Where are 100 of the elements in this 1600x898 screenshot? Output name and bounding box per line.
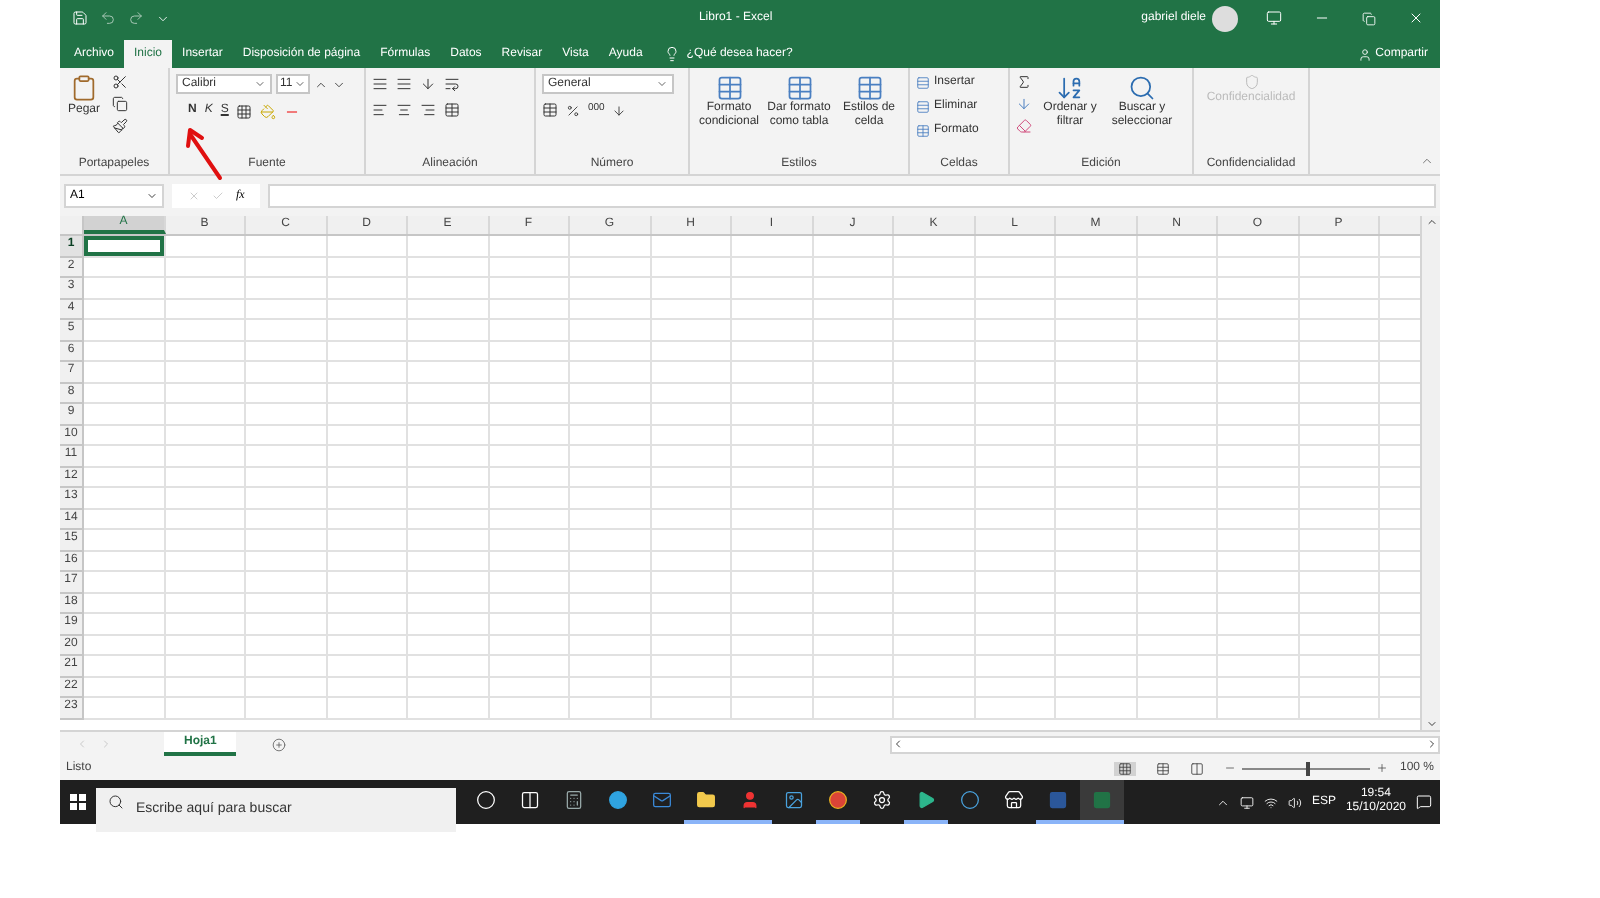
- grid-cell[interactable]: [975, 551, 1056, 572]
- grid-cell[interactable]: [651, 677, 732, 698]
- grid-cell[interactable]: [651, 551, 732, 572]
- grid-cell[interactable]: [813, 278, 894, 299]
- grid-cell[interactable]: [246, 572, 327, 593]
- grid-cell[interactable]: [489, 509, 570, 530]
- grid-cell[interactable]: [165, 299, 246, 320]
- vertical-scrollbar[interactable]: [1420, 216, 1440, 730]
- grid-cell[interactable]: [813, 383, 894, 404]
- grid-cell[interactable]: [327, 320, 408, 341]
- grid-cell[interactable]: [327, 488, 408, 509]
- grid-cell[interactable]: [570, 614, 651, 635]
- grid-cell[interactable]: [1137, 614, 1218, 635]
- grid-cell[interactable]: [165, 656, 246, 677]
- grid-cell[interactable]: [1218, 530, 1299, 551]
- grid-cell[interactable]: [246, 698, 327, 719]
- grid-cell[interactable]: [975, 383, 1056, 404]
- grid-cell[interactable]: [165, 698, 246, 719]
- grid-cell[interactable]: [813, 656, 894, 677]
- grid-cell[interactable]: [651, 404, 732, 425]
- grid-cell[interactable]: [1218, 593, 1299, 614]
- grid-cell[interactable]: [1137, 320, 1218, 341]
- grid-cell[interactable]: [813, 635, 894, 656]
- borders-button[interactable]: [236, 103, 253, 119]
- grid-cell[interactable]: [408, 656, 489, 677]
- grid-cell[interactable]: [894, 656, 975, 677]
- grid-cell[interactable]: [1137, 635, 1218, 656]
- grid-cell[interactable]: [570, 341, 651, 362]
- grid-cell[interactable]: [246, 299, 327, 320]
- grid-cell[interactable]: [246, 677, 327, 698]
- grid-cell[interactable]: [1137, 299, 1218, 320]
- grid-cell[interactable]: [894, 257, 975, 278]
- grid-cell[interactable]: [84, 383, 165, 404]
- grid-cell[interactable]: [408, 362, 489, 383]
- grid-cell[interactable]: [408, 488, 489, 509]
- grid-cell[interactable]: [165, 488, 246, 509]
- grid-cell[interactable]: [246, 320, 327, 341]
- grid-cell[interactable]: [84, 656, 165, 677]
- grid-cell[interactable]: [165, 425, 246, 446]
- grid-cell[interactable]: [489, 467, 570, 488]
- grid-cell[interactable]: [732, 614, 813, 635]
- grid-cell[interactable]: [651, 299, 732, 320]
- grid-cell[interactable]: [894, 488, 975, 509]
- grid-cell[interactable]: [327, 425, 408, 446]
- grid-cell[interactable]: [84, 320, 165, 341]
- grid-cell[interactable]: [1218, 446, 1299, 467]
- grid-cell[interactable]: [165, 467, 246, 488]
- grid-cell[interactable]: [732, 509, 813, 530]
- grid-cell[interactable]: [1056, 320, 1137, 341]
- grid-cell[interactable]: [732, 593, 813, 614]
- grid-cell[interactable]: [975, 299, 1056, 320]
- avatar[interactable]: [1212, 5, 1238, 31]
- grid-cell[interactable]: [570, 278, 651, 299]
- grid-cell[interactable]: [975, 467, 1056, 488]
- grid-cell[interactable]: [408, 698, 489, 719]
- grid-cell[interactable]: [1056, 404, 1137, 425]
- grid-cell[interactable]: [975, 509, 1056, 530]
- grid-cell[interactable]: [651, 656, 732, 677]
- grid-cell[interactable]: [489, 236, 570, 257]
- grid-cell[interactable]: [570, 593, 651, 614]
- grid-cell[interactable]: [1137, 509, 1218, 530]
- grid-cell[interactable]: [1299, 488, 1380, 509]
- grid-cell[interactable]: [732, 341, 813, 362]
- grid-cell[interactable]: [975, 278, 1056, 299]
- grid-cell[interactable]: [1218, 551, 1299, 572]
- grid-cell[interactable]: [84, 677, 165, 698]
- grid-cell[interactable]: [1056, 530, 1137, 551]
- grid-cell[interactable]: [1299, 362, 1380, 383]
- grid-cell[interactable]: [570, 572, 651, 593]
- grid-cell[interactable]: [327, 614, 408, 635]
- grid-cell[interactable]: [165, 509, 246, 530]
- fill-button[interactable]: [1016, 96, 1032, 112]
- grid-cell[interactable]: [327, 530, 408, 551]
- grid-cell[interactable]: [1299, 551, 1380, 572]
- grid-cell[interactable]: [894, 320, 975, 341]
- grid-cell[interactable]: [1299, 383, 1380, 404]
- grid-cell[interactable]: [327, 257, 408, 278]
- grid-cell[interactable]: [246, 614, 327, 635]
- grid-cell[interactable]: [1218, 362, 1299, 383]
- grid-cell[interactable]: [165, 362, 246, 383]
- grid-cell[interactable]: [813, 257, 894, 278]
- grid-cell[interactable]: [327, 467, 408, 488]
- grid-cell[interactable]: [327, 635, 408, 656]
- grid-cell[interactable]: [165, 320, 246, 341]
- copy-button[interactable]: [112, 96, 128, 112]
- grid-cell[interactable]: [327, 656, 408, 677]
- grid-cell[interactable]: [1299, 425, 1380, 446]
- grid-cell[interactable]: [408, 404, 489, 425]
- column-header[interactable]: [1380, 216, 1420, 234]
- grid-cell[interactable]: [408, 236, 489, 257]
- grid-cell[interactable]: [1299, 467, 1380, 488]
- grid-cell[interactable]: [1218, 383, 1299, 404]
- grid-cell[interactable]: [651, 236, 732, 257]
- grid-cell[interactable]: [894, 299, 975, 320]
- grid-cell[interactable]: [1218, 257, 1299, 278]
- grid-cell[interactable]: [327, 698, 408, 719]
- grid-cell[interactable]: [894, 593, 975, 614]
- grid-cell[interactable]: [732, 572, 813, 593]
- grid-cell[interactable]: [975, 446, 1056, 467]
- grid-cell[interactable]: [489, 530, 570, 551]
